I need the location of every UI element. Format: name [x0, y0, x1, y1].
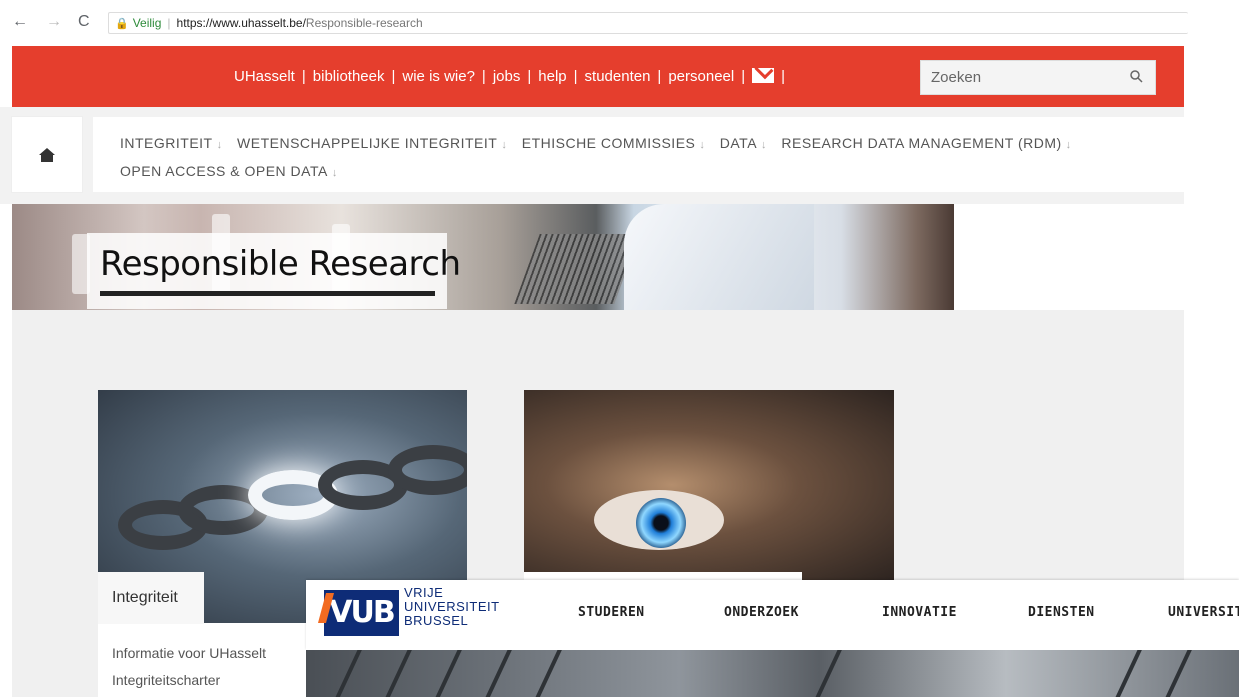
arrow-down-icon: ↓	[216, 139, 223, 151]
nav-item-wetenschappelijke-integriteit[interactable]: WETENSCHAPPELIJKE INTEGRITEIT ↓	[237, 135, 507, 151]
vub-nav-onderzoek[interactable]: ONDERZOEK	[724, 605, 799, 620]
secondary-navigation: INTEGRITEIT ↓ WETENSCHAPPELIJKE INTEGRITE…	[93, 117, 1184, 192]
url-host: https://www.uhasselt.be/	[176, 16, 306, 30]
secure-label: Veilig	[132, 16, 162, 30]
arrow-down-icon: ↓	[331, 167, 338, 179]
address-bar[interactable]: 🔒 Veilig | https://www.uhasselt.be/Responsi…	[108, 12, 1188, 34]
arrow-down-icon: ↓	[1065, 139, 1072, 151]
title-underline	[100, 291, 435, 296]
vub-logo[interactable]: VUB	[324, 590, 399, 636]
vub-building-image	[306, 650, 1239, 697]
search-box	[920, 60, 1156, 95]
search-input[interactable]	[921, 61, 1111, 94]
nav-item-integriteit[interactable]: INTEGRITEIT ↓	[120, 135, 223, 151]
browser-toolbar: ← → C 🔒 Veilig | https://www.uhasselt.be/Re…	[0, 0, 1239, 44]
link-jobs[interactable]: jobs	[493, 68, 521, 85]
back-button[interactable]: ←	[12, 13, 28, 31]
link-wie-is-wie[interactable]: wie is wie?	[402, 68, 475, 85]
vub-nav-universiteit[interactable]: UNIVERSIT	[1168, 605, 1239, 620]
url-path: Responsible-research	[305, 16, 423, 30]
card-description: Informatie voor UHasselt Integriteitscha…	[112, 645, 267, 688]
top-navigation-bar: UHasselt | bibliotheek | wie is wie? | jobs…	[12, 46, 1184, 107]
page-title: Responsible Research	[100, 244, 461, 284]
link-help[interactable]: help	[538, 68, 566, 85]
vub-nav-innovatie[interactable]: INNOVATIE	[882, 605, 957, 620]
link-studenten[interactable]: studenten	[585, 68, 651, 85]
card-label-integriteit[interactable]: Integriteit	[112, 589, 178, 607]
vub-name: VRIJE UNIVERSITEIT BRUSSEL	[404, 585, 500, 628]
vub-header: VUB VRIJE UNIVERSITEIT BRUSSEL STUDEREN …	[306, 580, 1239, 650]
vub-nav-studeren[interactable]: STUDEREN	[578, 605, 645, 620]
lock-icon: 🔒	[115, 18, 129, 30]
eye-image	[524, 390, 894, 580]
arrow-down-icon: ↓	[501, 139, 508, 151]
link-personeel[interactable]: personeel	[668, 68, 734, 85]
top-links: UHasselt | bibliotheek | wie is wie? | jobs…	[234, 68, 786, 85]
reload-button[interactable]: C	[78, 13, 90, 31]
vub-nav-diensten[interactable]: DIENSTEN	[1028, 605, 1095, 620]
nav-item-ethische-commissies[interactable]: ETHISCHE COMMISSIES ↓	[522, 135, 706, 151]
mail-icon[interactable]	[752, 68, 775, 83]
home-tab[interactable]	[12, 117, 82, 192]
link-bibliotheek[interactable]: bibliotheek	[313, 68, 385, 85]
nav-item-rdm[interactable]: RESEARCH DATA MANAGEMENT (RDM) ↓	[781, 135, 1071, 151]
nav-item-open-access[interactable]: OPEN ACCESS & OPEN DATA ↓	[120, 163, 338, 179]
search-icon[interactable]	[1130, 70, 1143, 83]
arrow-down-icon: ↓	[699, 139, 706, 151]
nav-item-data[interactable]: DATA ↓	[720, 135, 767, 151]
link-uhasselt[interactable]: UHasselt	[234, 68, 295, 85]
home-icon	[39, 148, 55, 162]
arrow-down-icon: ↓	[761, 139, 768, 151]
forward-button[interactable]: →	[46, 13, 62, 31]
